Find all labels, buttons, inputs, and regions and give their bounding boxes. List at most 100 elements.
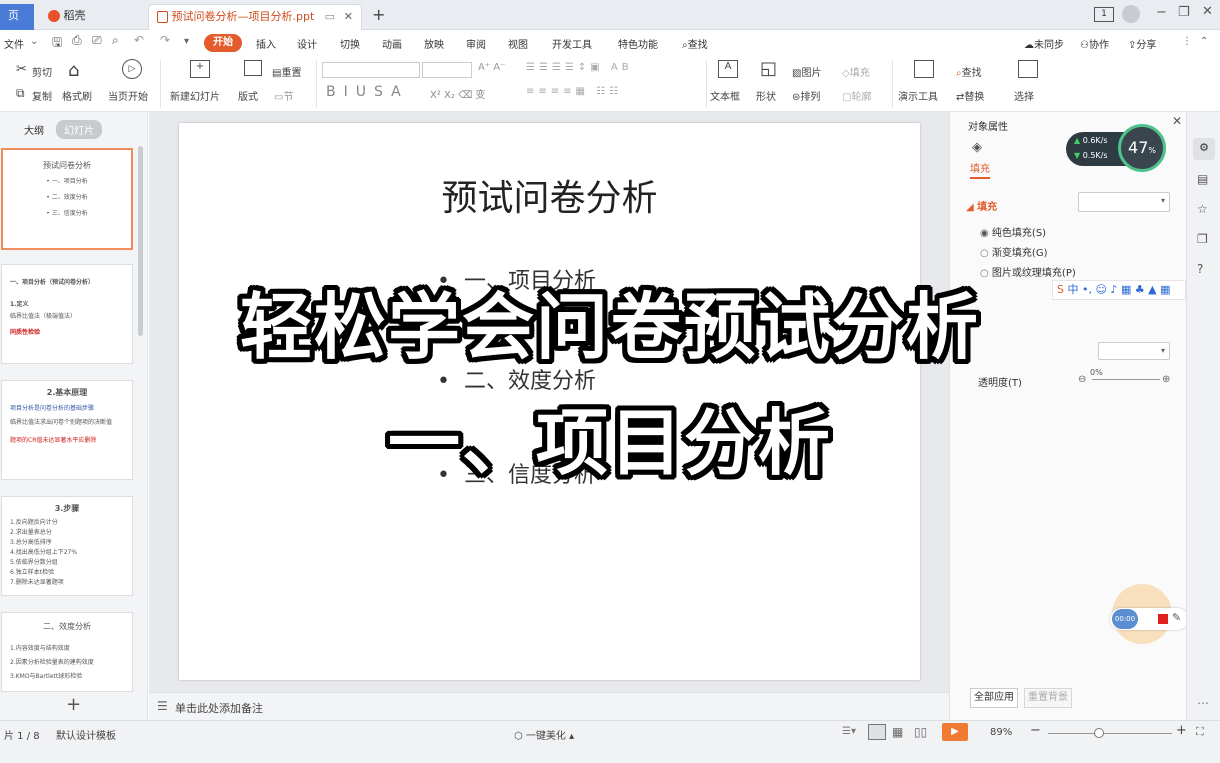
zoom-out-icon[interactable]: − <box>1030 723 1041 738</box>
pen-icon[interactable]: ✎ <box>1172 611 1181 624</box>
save-icon[interactable]: 🖫 <box>52 33 62 54</box>
fit-window-icon[interactable]: ⛶ <box>1196 725 1204 739</box>
quick-access-dropdown-icon[interactable]: ▾ <box>184 36 189 47</box>
shape-icon[interactable]: ◱ <box>760 58 777 79</box>
menu-design[interactable]: 设计 <box>297 36 317 51</box>
share-button[interactable]: ⇪分享 <box>1128 36 1156 51</box>
section-button[interactable]: ▭节 <box>274 88 293 103</box>
menu-search[interactable]: ⌕查找 <box>682 36 708 51</box>
add-slide-button[interactable]: + <box>0 692 147 720</box>
slide-thumbnail-5[interactable]: 二、效度分析 1.内容效度与结构效度 2.因素分析检验量表的建构效度 3.KMO… <box>1 612 133 692</box>
properties-title[interactable]: 对象属性 <box>968 118 1008 133</box>
properties-sidebar-icon[interactable]: ⚙ <box>1193 138 1215 160</box>
menu-features[interactable]: 特色功能 <box>618 36 658 51</box>
window-count-icon[interactable]: 1 <box>1094 7 1114 22</box>
close-window-icon[interactable]: ✕ <box>1202 4 1213 19</box>
tab-close-icon[interactable]: ✕ <box>344 5 353 29</box>
zoom-slider-handle[interactable] <box>1094 728 1104 738</box>
reading-view-icon[interactable]: ▯▯ <box>914 725 927 739</box>
menu-developer[interactable]: 开发工具 <box>552 36 592 51</box>
slide-thumbnail-4[interactable]: 3.步骤 1.反向题反向计分 2.求出量表总分 3.总分高低排序 4.找出高低分… <box>1 496 133 596</box>
align-buttons[interactable]: ≡≡≡≡▦ ☷☷ <box>526 86 622 97</box>
export-pdf-icon[interactable]: ⎙ <box>72 33 82 48</box>
font-size-select[interactable] <box>422 62 472 78</box>
menu-start[interactable]: 开始 <box>204 34 242 52</box>
slides-tab[interactable]: 幻灯片 <box>56 120 102 139</box>
template-name[interactable]: 默认设计模板 <box>56 727 116 742</box>
zoom-level[interactable]: 89% <box>990 727 1012 738</box>
layout-button[interactable]: 版式 <box>238 88 258 103</box>
tab-home[interactable]: 页 <box>0 4 34 30</box>
reset-background-button[interactable]: 重置背景 <box>1024 688 1072 708</box>
fill-button[interactable]: ◇填充 <box>842 64 870 79</box>
picture-button[interactable]: ▨图片 <box>792 64 821 79</box>
notes-pane[interactable]: ☰ 单击此处添加备注 <box>149 692 949 720</box>
chevron-down-icon[interactable]: ⌄ <box>30 36 38 47</box>
copy-icon[interactable]: ⧉ <box>16 86 25 101</box>
present-tools-icon[interactable] <box>914 60 934 78</box>
reset-button[interactable]: ▤重置 <box>272 64 301 79</box>
normal-view-icon[interactable] <box>868 724 886 740</box>
solid-fill-radio[interactable]: ◉ 纯色填充(S) <box>980 224 1046 239</box>
fill-tab[interactable]: 填充 <box>970 160 990 179</box>
collab-button[interactable]: ⚇协作 <box>1080 36 1109 51</box>
animation-sidebar-icon[interactable]: ☆ <box>1197 202 1208 216</box>
outline-button[interactable]: ▢轮廓 <box>842 88 871 103</box>
copy-button[interactable]: 复制 <box>32 88 52 103</box>
print-icon[interactable]: ⎚ <box>92 33 102 48</box>
menu-slideshow[interactable]: 放映 <box>424 36 444 51</box>
superscript-icon[interactable]: X² X₂ ⌫ 变 <box>430 86 485 101</box>
menu-transition[interactable]: 切换 <box>340 36 360 51</box>
minimize-icon[interactable]: − <box>1156 5 1167 20</box>
fill-section-header[interactable]: ◢ 填充 <box>966 198 997 213</box>
new-slide-button[interactable]: 新建幻灯片 <box>170 88 220 103</box>
tab-pin-icon[interactable]: ▭ <box>325 5 335 29</box>
textbox-icon[interactable]: A <box>718 60 738 78</box>
slide-thumbnail-1[interactable]: 预试问卷分析 • 一、项目分析 • 二、效度分析 • 三、信度分析 <box>1 148 133 250</box>
design-sidebar-icon[interactable]: ▤ <box>1197 172 1208 186</box>
new-slide-icon[interactable]: + <box>190 60 210 78</box>
textbox-button[interactable]: 文本框 <box>710 88 740 103</box>
format-painter-icon[interactable]: ⌂ <box>68 60 79 81</box>
paragraph-buttons[interactable]: ☰☰☰☰↕▣ AB <box>526 62 633 73</box>
menu-view[interactable]: 视图 <box>508 36 528 51</box>
collapse-ribbon-icon[interactable]: ⌃ <box>1200 36 1208 47</box>
cut-icon[interactable]: ✂ <box>16 62 27 77</box>
menu-animation[interactable]: 动画 <box>382 36 402 51</box>
undo-icon[interactable]: ↶ <box>134 33 144 47</box>
shape-button[interactable]: 形状 <box>756 88 776 103</box>
cut-button[interactable]: 剪切 <box>32 64 52 79</box>
sync-status[interactable]: ☁未同步 <box>1024 36 1064 51</box>
select-button[interactable]: 选择 <box>1014 88 1034 103</box>
print-preview-icon[interactable]: ⌕ <box>112 33 119 48</box>
apply-all-button[interactable]: 全部应用 <box>970 688 1018 708</box>
font-name-select[interactable] <box>322 62 420 78</box>
tab-wps[interactable]: 稻壳 <box>40 4 120 30</box>
slide-title[interactable]: 预试问卷分析 <box>179 169 920 221</box>
cpu-usage-gauge[interactable]: 47% <box>1118 124 1166 172</box>
transition-sidebar-icon[interactable]: ❐ <box>1197 232 1208 246</box>
font-grow-icon[interactable]: A⁺ A⁻ <box>478 62 505 73</box>
close-panel-icon[interactable]: ✕ <box>1172 114 1182 128</box>
play-slideshow-button[interactable]: ▶ <box>942 723 968 741</box>
more-icon[interactable]: ⋮ <box>1182 36 1192 47</box>
new-tab-icon[interactable]: + <box>372 5 385 24</box>
replace-button[interactable]: ⇄替换 <box>956 88 984 103</box>
slide-sorter-icon[interactable]: ▦ <box>892 725 903 739</box>
more-sidebar-icon[interactable]: ⋯ <box>1197 696 1209 710</box>
redo-icon[interactable]: ↷ <box>160 33 170 47</box>
beautify-button[interactable]: ⬡ 一键美化 ▴ <box>514 727 574 742</box>
notes-toggle-icon[interactable]: ☰▾ <box>842 726 856 737</box>
zoom-in-icon[interactable]: + <box>1176 723 1187 738</box>
tab-document[interactable]: 预试问卷分析—项目分析.ppt ▭ ✕ <box>148 4 362 30</box>
play-icon[interactable]: ▷ <box>122 59 142 79</box>
outline-tab[interactable]: 大纲 <box>24 122 44 137</box>
zoom-slider[interactable] <box>1048 733 1172 734</box>
present-tools-button[interactable]: 演示工具 <box>898 88 938 103</box>
layout-icon[interactable] <box>244 60 262 76</box>
menu-review[interactable]: 审阅 <box>466 36 486 51</box>
screen-recorder[interactable]: 00:00 ✎ <box>1110 608 1188 630</box>
arrange-button[interactable]: ⊜排列 <box>792 88 820 103</box>
format-painter-button[interactable]: 格式刷 <box>62 88 92 103</box>
fill-type-select[interactable]: ▾ <box>1078 192 1170 212</box>
